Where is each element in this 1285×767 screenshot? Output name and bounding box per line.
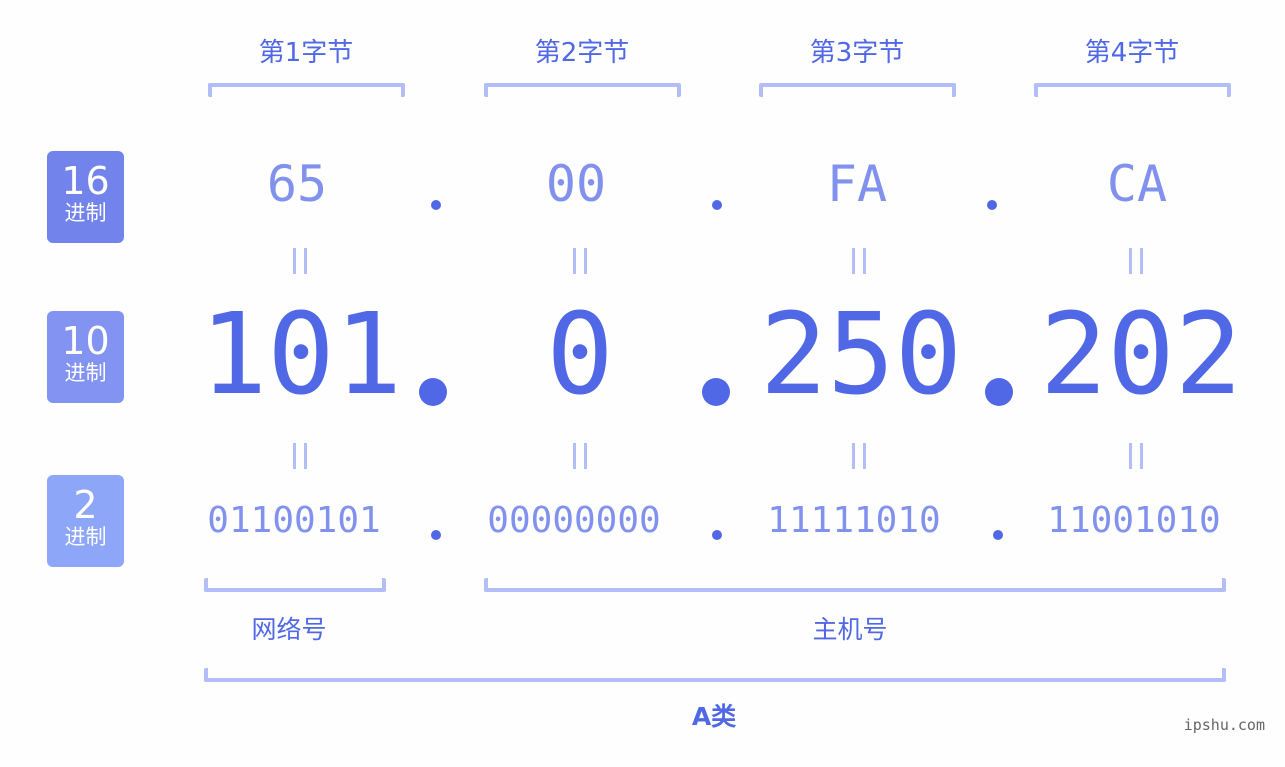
dec-separator-3 bbox=[985, 378, 1013, 406]
byte-bracket-4 bbox=[1034, 83, 1231, 97]
bin-badge-unit: 进制 bbox=[64, 525, 107, 549]
dec-badge-unit: 进制 bbox=[64, 361, 107, 385]
hex-byte-1: 65 bbox=[266, 155, 328, 213]
hex-separator-3 bbox=[987, 200, 997, 210]
watermark: ipshu.com bbox=[1183, 716, 1265, 734]
equals-icon bbox=[1129, 248, 1143, 274]
hex-byte-4: CA bbox=[1106, 155, 1168, 213]
byte-label-4: 第4字节 bbox=[1084, 38, 1180, 68]
dec-badge-number: 10 bbox=[61, 319, 110, 363]
network-bracket bbox=[204, 578, 386, 592]
byte-label-2: 第2字节 bbox=[534, 38, 630, 68]
byte-bracket-1 bbox=[208, 83, 405, 97]
equals-icon bbox=[1129, 443, 1143, 469]
dec-byte-2: 0 bbox=[546, 290, 614, 420]
bin-separator-3 bbox=[993, 530, 1003, 540]
dec-separator-1 bbox=[419, 378, 447, 406]
byte-bracket-3 bbox=[759, 83, 956, 97]
bin-separator-1 bbox=[431, 530, 441, 540]
equals-icon bbox=[852, 248, 866, 274]
equals-icon bbox=[852, 443, 866, 469]
byte-bracket-2 bbox=[484, 83, 681, 97]
equals-icon bbox=[293, 248, 307, 274]
hex-byte-2: 00 bbox=[545, 155, 607, 213]
bin-badge-number: 2 bbox=[73, 483, 98, 527]
bin-badge: 2 进制 bbox=[47, 475, 124, 567]
hex-badge-unit: 进制 bbox=[64, 201, 107, 225]
equals-icon bbox=[573, 248, 587, 274]
network-label: 网络号 bbox=[251, 615, 327, 644]
bin-separator-2 bbox=[712, 530, 722, 540]
hex-badge-number: 16 bbox=[61, 159, 110, 203]
hex-separator-2 bbox=[712, 200, 722, 210]
equals-icon bbox=[293, 443, 307, 469]
dec-byte-3: 250 bbox=[759, 290, 963, 420]
dec-separator-2 bbox=[702, 378, 730, 406]
hex-byte-3: FA bbox=[826, 155, 888, 213]
class-bracket bbox=[204, 668, 1226, 682]
class-label: A类 bbox=[691, 702, 737, 731]
host-bracket bbox=[484, 578, 1226, 592]
equals-icon bbox=[573, 443, 587, 469]
byte-label-1: 第1字节 bbox=[258, 38, 354, 68]
bin-byte-4: 11001010 bbox=[1047, 500, 1221, 541]
hex-separator-1 bbox=[431, 200, 441, 210]
host-label: 主机号 bbox=[812, 615, 888, 644]
dec-byte-1: 101 bbox=[199, 290, 403, 420]
hex-badge: 16 进制 bbox=[47, 151, 124, 243]
byte-label-3: 第3字节 bbox=[809, 38, 905, 68]
dec-byte-4: 202 bbox=[1039, 290, 1243, 420]
bin-byte-3: 11111010 bbox=[767, 500, 941, 541]
bin-byte-2: 00000000 bbox=[487, 500, 661, 541]
bin-byte-1: 01100101 bbox=[207, 500, 381, 541]
dec-badge: 10 进制 bbox=[47, 311, 124, 403]
